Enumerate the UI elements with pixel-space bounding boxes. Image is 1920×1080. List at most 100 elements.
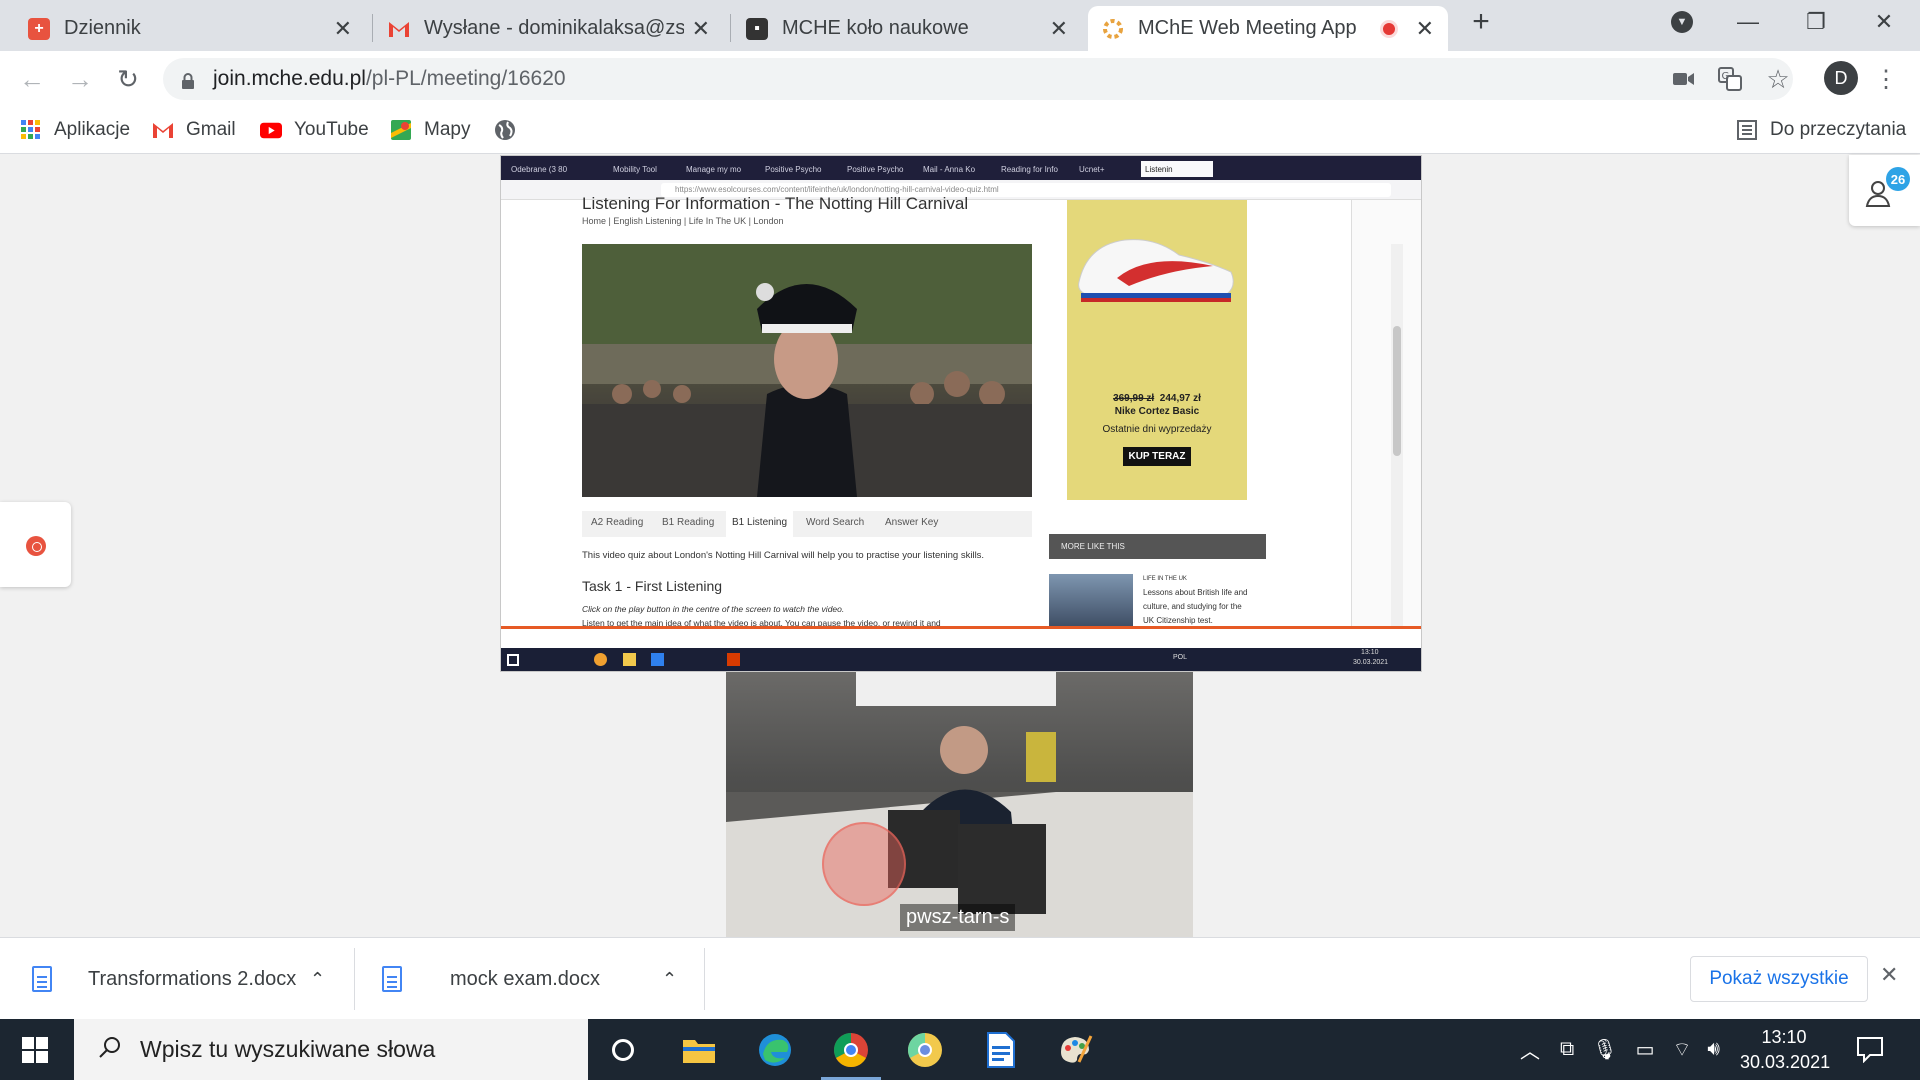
tab-mche-kolo[interactable]: ▪ MCHE koło naukowe ✕ (732, 6, 1082, 51)
edge-icon[interactable] (754, 1029, 796, 1071)
shared-time: 13:10 (1361, 649, 1379, 656)
wifi-icon[interactable]: ⌔ (1673, 1037, 1692, 1062)
download-item[interactable]: Transformations 2.docx ⌃ (32, 938, 352, 1020)
downloads-bar: Transformations 2.docx ⌃ mock exam.docx … (0, 937, 1920, 1019)
tab-gmail[interactable]: Wysłane - dominikalaksa@zswolbrom ✕ (374, 6, 724, 51)
download-item[interactable]: mock exam.docx ⌃ (382, 938, 702, 1020)
close-icon[interactable]: ✕ (1416, 16, 1434, 42)
lock-icon (181, 71, 195, 89)
lesson-tabs: A2 Reading B1 Reading B1 Listening Word … (582, 511, 1032, 537)
shared-breadcrumb: Home | English Listening | Life In The U… (582, 216, 784, 226)
bookmark-star-icon[interactable]: ☆ (1762, 63, 1794, 95)
search-placeholder: Wpisz tu wyszukiwane słowa (140, 1036, 436, 1062)
file-explorer-icon[interactable] (678, 1029, 720, 1071)
back-button[interactable]: ← (14, 61, 50, 97)
globe-icon (494, 119, 516, 141)
chevron-down-icon: ▼ (1671, 11, 1693, 33)
chrome-icon[interactable] (821, 1029, 881, 1080)
tab-search-button[interactable]: ▼ (1648, 0, 1716, 44)
translate-icon[interactable]: G (1714, 63, 1746, 95)
meeting-stage: Odebrane (3 80 Mobility Tool Manage my m… (0, 155, 1920, 937)
participants-button[interactable]: 26 (1849, 155, 1920, 226)
new-tab-button[interactable]: + (1446, 0, 1516, 44)
bookmark-youtube[interactable]: YouTube (260, 114, 369, 146)
shared-tab: Manage my mo (686, 164, 742, 174)
menu-kebab-icon[interactable]: ⋮ (1870, 63, 1902, 95)
chevron-up-icon[interactable]: ⌃ (662, 969, 677, 990)
bookmark-label: Mapy (424, 119, 471, 140)
related-text: Lessons about British life and culture, … (1143, 588, 1248, 625)
ad-old-price: 369,99 zł (1113, 393, 1155, 404)
url-host: join.mche.edu.pl (213, 67, 366, 90)
maps-icon (390, 119, 412, 141)
shared-browser-tabs: Odebrane (3 80 Mobility Tool Manage my m… (501, 156, 1421, 180)
tab-title: Wysłane - dominikalaksa@zswolbrom (424, 17, 684, 39)
windows-taskbar: Wpisz tu wyszukiwane słowa ︿ ⧉ 🎙︎ ▭ ⌔ 🔊︎… (0, 1019, 1920, 1080)
document-icon (32, 966, 52, 992)
restore-button[interactable]: ❐ (1782, 0, 1850, 44)
shared-scrollbar (1391, 244, 1403, 670)
shared-tab: Positive Psycho (765, 164, 822, 174)
recording-widget[interactable] (0, 502, 71, 587)
close-downloads-icon[interactable]: ✕ (1880, 962, 1898, 988)
shared-app-icon (651, 653, 664, 666)
participant-webcam[interactable]: pwsz-tarn-s (726, 672, 1193, 937)
camera-icon[interactable] (1668, 63, 1700, 95)
taskbar-search[interactable]: Wpisz tu wyszukiwane słowa (74, 1019, 588, 1080)
tab-dziennik[interactable]: + Dziennik ✕ (14, 6, 366, 51)
cortana-icon[interactable] (602, 1029, 644, 1071)
clock-date: 30.03.2021 (1740, 1052, 1831, 1072)
gmail-icon (152, 119, 174, 141)
notification-center-icon[interactable] (1856, 1035, 1884, 1068)
close-icon[interactable]: ✕ (1050, 16, 1068, 42)
close-icon[interactable]: ✕ (334, 16, 352, 42)
clock-time: 13:10 (1761, 1027, 1807, 1047)
chrome-canary-icon[interactable] (904, 1029, 946, 1071)
address-bar[interactable]: join.mche.edu.pl/pl-PL/meeting/16620 (163, 58, 1793, 100)
chevron-up-icon[interactable]: ⌃ (310, 969, 325, 990)
shared-windows-taskbar: POL 13:10 30.03.2021 (501, 648, 1421, 671)
minimize-button[interactable]: — (1714, 0, 1782, 44)
reading-list[interactable]: Do przeczytania (1736, 114, 1906, 146)
meet-now-icon[interactable]: ⧉ (1560, 1038, 1574, 1061)
shared-status-bar (501, 626, 1421, 648)
bookmark-gmail[interactable]: Gmail (152, 114, 236, 146)
shared-app-icon (594, 653, 607, 666)
battery-icon[interactable]: ▭ (1636, 1037, 1655, 1062)
bookmark-apps[interactable]: Aplikacje (20, 114, 130, 146)
gmail-icon (388, 18, 410, 40)
microphone-icon[interactable]: 🎙︎ (1592, 1037, 1617, 1062)
paint-icon[interactable] (1054, 1029, 1096, 1071)
shared-tab: Ucnet+ (1079, 164, 1105, 174)
taskbar-clock[interactable]: 13:10 30.03.2021 (1740, 1025, 1831, 1075)
bookmark-label: YouTube (294, 119, 369, 140)
url-path: /pl-PL/meeting/16620 (365, 67, 566, 90)
mche-icon (1102, 18, 1124, 40)
chevron-up-icon[interactable]: ︿ (1520, 1035, 1540, 1064)
profile-avatar[interactable]: D (1824, 61, 1858, 95)
bookmark-globe[interactable] (494, 114, 528, 146)
word-document-icon[interactable] (980, 1029, 1022, 1071)
volume-icon[interactable]: 🔊︎ (1707, 1038, 1720, 1061)
shared-page: Listening For Information - The Notting … (501, 194, 1421, 670)
download-filename: mock exam.docx (450, 967, 601, 990)
tab-title: MChE Web Meeting App (1138, 17, 1357, 39)
intro-text: This video quiz about London's Notting H… (582, 550, 985, 561)
shared-tab: Mail - Anna Ko (923, 164, 976, 174)
shared-lang: POL (1173, 654, 1188, 661)
related-label: LIFE IN THE UK (1143, 576, 1187, 582)
close-window-button[interactable]: ✕ (1850, 0, 1918, 44)
tab-title: MCHE koło naukowe (782, 17, 969, 39)
tab-title: Dziennik (64, 17, 141, 39)
tab-mche-web-meeting[interactable]: MChE Web Meeting App ✕ (1088, 6, 1448, 51)
bookmark-maps[interactable]: Mapy (390, 114, 470, 146)
record-icon (26, 536, 46, 556)
reload-button[interactable]: ↻ (110, 61, 146, 97)
ad-subtitle: Ostatnie dni wyprzedaży (1102, 424, 1212, 435)
shared-tab: Mobility Tool (613, 164, 657, 174)
sneaker-ad: 369,99 zł 244,97 zł Nike Cortez Basic Os… (1067, 200, 1247, 500)
close-icon[interactable]: ✕ (692, 16, 710, 42)
show-all-downloads-button[interactable]: Pokaż wszystkie (1690, 956, 1868, 1002)
windows-start-icon[interactable] (22, 1037, 48, 1068)
forward-button[interactable]: → (62, 61, 98, 97)
